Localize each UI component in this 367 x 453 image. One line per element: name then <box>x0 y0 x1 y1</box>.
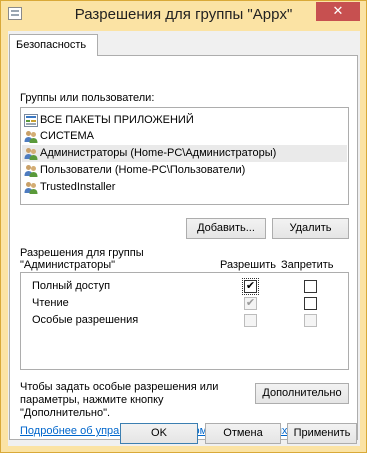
permissions-grid: Полный доступ ✔ Чтение ✔ Особые разрешен… <box>20 272 349 370</box>
deny-full-control-checkbox[interactable] <box>304 280 317 293</box>
permission-row-special: Особые разрешения <box>21 312 348 330</box>
special-hint-line2: параметры, нажмите кнопку <box>20 394 164 406</box>
special-hint-line3: "Дополнительно". <box>20 407 111 419</box>
dialog-body: Безопасность Группы или пользователи: ВС… <box>8 31 360 446</box>
permission-row-full-control: Полный доступ ✔ <box>21 278 348 296</box>
window-title: Разрешения для группы "Appx" <box>74 6 293 23</box>
list-item-label: Администраторы (Home-PC\Администраторы) <box>40 147 277 159</box>
list-item-label: ВСЕ ПАКЕТЫ ПРИЛОЖЕНИЙ <box>40 114 194 126</box>
list-item-label: СИСТЕМА <box>40 130 94 142</box>
add-button[interactable]: Добавить... <box>186 218 266 239</box>
deny-special-checkbox[interactable] <box>304 314 317 327</box>
list-item-all-app-packages[interactable]: ВСЕ ПАКЕТЫ ПРИЛОЖЕНИЙ <box>22 112 347 129</box>
permission-name: Чтение <box>32 297 69 309</box>
permissions-label-line2: "Администраторы" <box>20 259 116 271</box>
title-bar[interactable]: Разрешения для группы "Appx" ✕ <box>1 1 366 29</box>
close-button[interactable]: ✕ <box>316 2 360 21</box>
special-hint-line1: Чтобы задать особые разрешения или <box>20 381 219 393</box>
permission-row-read: Чтение ✔ <box>21 295 348 313</box>
remove-button[interactable]: Удалить <box>272 218 349 239</box>
list-item-system[interactable]: СИСТЕМА <box>22 128 347 145</box>
groups-label: Группы или пользователи: <box>20 92 155 104</box>
users-group-icon <box>24 164 38 177</box>
app-packages-icon <box>24 114 38 127</box>
allow-full-control-checkbox[interactable]: ✔ <box>242 278 259 295</box>
list-item-users[interactable]: Пользователи (Home-PC\Пользователи) <box>22 162 347 179</box>
advanced-button[interactable]: Дополнительно <box>255 383 349 404</box>
list-item-administrators[interactable]: Администраторы (Home-PC\Администраторы) <box>22 145 347 162</box>
permission-name: Особые разрешения <box>32 314 139 326</box>
allow-read-checkbox[interactable]: ✔ <box>244 297 257 310</box>
allow-column-header: Разрешить <box>220 259 276 271</box>
apply-button[interactable]: Применить <box>287 423 357 444</box>
allow-special-checkbox[interactable] <box>244 314 257 327</box>
permissions-dialog: Разрешения для группы "Appx" ✕ Безопасно… <box>0 0 367 453</box>
cancel-button[interactable]: Отмена <box>205 423 281 444</box>
deny-column-header: Запретить <box>281 259 334 271</box>
list-item-label: Пользователи (Home-PC\Пользователи) <box>40 164 246 176</box>
users-group-icon <box>24 181 38 194</box>
ok-button[interactable]: OK <box>120 423 198 444</box>
groups-list[interactable]: ВСЕ ПАКЕТЫ ПРИЛОЖЕНИЙ СИСТЕМА Администра… <box>20 107 349 205</box>
tab-security[interactable]: Безопасность <box>9 34 98 56</box>
security-panel: Группы или пользователи: ВСЕ ПАКЕТЫ ПРИЛ… <box>9 55 358 440</box>
permissions-label-line1: Разрешения для группы <box>20 247 144 259</box>
users-group-icon <box>24 130 38 143</box>
list-item-trustedinstaller[interactable]: TrustedInstaller <box>22 179 347 196</box>
deny-read-checkbox[interactable] <box>304 297 317 310</box>
list-item-label: TrustedInstaller <box>40 181 116 193</box>
users-group-icon <box>24 147 38 160</box>
permission-name: Полный доступ <box>32 280 111 292</box>
